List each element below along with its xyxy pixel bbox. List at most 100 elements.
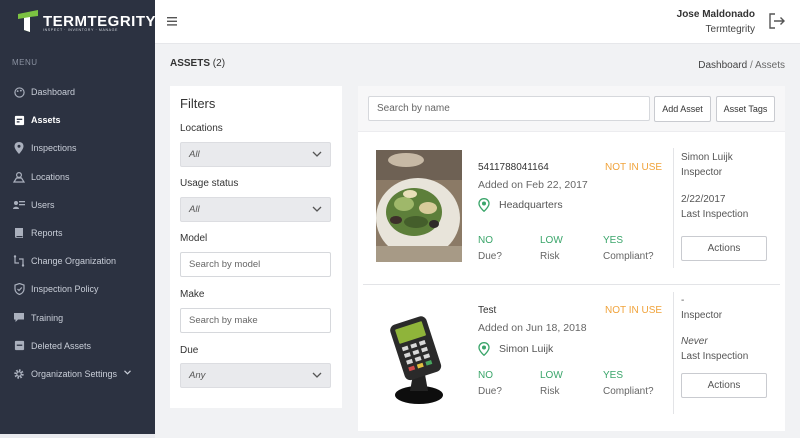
compliant-metric: YES Compliant? — [603, 235, 654, 262]
sidebar-item-label: Dashboard — [31, 87, 76, 98]
box-icon — [13, 114, 25, 126]
risk-metric: LOW Risk — [540, 235, 563, 262]
sidebar-item-reports[interactable]: Reports — [0, 219, 155, 247]
brand-tagline: INSPECT · INVENTORY · MANAGE — [43, 28, 119, 32]
chevron-down-icon — [124, 370, 131, 377]
chevron-down-icon — [311, 369, 323, 381]
compliant-label: Compliant? — [603, 386, 654, 397]
filters-title: Filters — [180, 96, 216, 111]
palette-icon — [13, 86, 25, 98]
location-icon — [13, 171, 25, 183]
asset-count: (2) — [212, 58, 226, 69]
sidebar: TERMTEGRITY INSPECT · INVENTORY · MANAGE… — [0, 0, 156, 438]
sidebar-item-organization-settings[interactable]: Organization Settings — [0, 360, 155, 388]
sidebar-item-inspections[interactable]: Inspections — [0, 134, 155, 162]
actions-button[interactable]: Actions — [681, 373, 767, 398]
due-label: Due? — [478, 251, 502, 262]
asset-search-input[interactable] — [368, 96, 650, 121]
menu-label: MENU — [12, 58, 38, 67]
asset-location-name: Headquarters — [499, 199, 563, 211]
inspector-label: Inspector — [681, 310, 723, 321]
sidebar-item-dashboard[interactable]: Dashboard — [0, 78, 155, 106]
add-asset-button[interactable]: Add Asset — [654, 96, 711, 122]
make-label: Make — [180, 289, 205, 300]
column-divider — [673, 148, 674, 268]
sidebar-item-deleted-assets[interactable]: Deleted Assets — [0, 332, 155, 360]
model-search-input[interactable] — [180, 252, 331, 277]
last-inspection-value: Never — [681, 336, 708, 347]
sidebar-item-assets[interactable]: Assets — [0, 106, 155, 134]
sidebar-item-change-organization[interactable]: Change Organization — [0, 247, 155, 275]
location-pin-icon — [478, 342, 490, 357]
asset-id[interactable]: Test — [478, 305, 496, 316]
sidebar-item-label: Deleted Assets — [31, 340, 92, 351]
asset-id[interactable]: 5411788041164 — [478, 162, 549, 173]
due-metric: NO Due? — [478, 235, 502, 262]
risk-value: LOW — [540, 235, 563, 246]
inspector-info: - Inspector — [681, 293, 722, 323]
inspector-label: Inspector — [681, 167, 723, 178]
sidebar-item-label: Assets — [31, 115, 61, 126]
breadcrumb-current: Assets — [754, 60, 785, 71]
last-inspection-info: 2/22/2017 Last Inspection — [681, 192, 748, 222]
due-select[interactable]: Any — [180, 363, 331, 388]
trash-box-icon — [13, 340, 25, 352]
sidebar-item-label: Change Organization — [31, 256, 117, 267]
due-select-value: Any — [189, 370, 206, 381]
usage-status-select-value: All — [189, 204, 200, 215]
sidebar-item-locations[interactable]: Locations — [0, 163, 155, 191]
inspector-info: Simon Luijk Inspector — [681, 150, 733, 180]
asset-added-date: Added on Feb 22, 2017 — [478, 179, 588, 191]
usage-status-select[interactable]: All — [180, 197, 331, 222]
page-title-text: ASSETS — [170, 58, 211, 69]
asset-card[interactable]: Test NOT IN USE Added on Jun 18, 2018 Si… — [358, 286, 785, 436]
user-name[interactable]: Jose Maldonado — [677, 9, 755, 20]
swap-icon — [13, 255, 25, 267]
breadcrumb-separator: / — [749, 60, 753, 71]
inspector-name: - — [681, 295, 685, 306]
compliant-value: YES — [603, 370, 624, 381]
hamburger-menu-icon[interactable] — [167, 13, 177, 29]
user-organization: Termtegrity — [705, 24, 755, 35]
breadcrumb: Dashboard / Assets — [698, 60, 785, 71]
gear-icon — [13, 368, 25, 380]
due-label: Due? — [478, 386, 502, 397]
chevron-down-icon — [311, 148, 323, 160]
risk-label: Risk — [540, 251, 560, 262]
chevron-down-icon — [311, 203, 323, 215]
logout-icon[interactable] — [768, 12, 786, 30]
asset-location: Headquarters — [478, 198, 563, 213]
sidebar-item-inspection-policy[interactable]: Inspection Policy — [0, 275, 155, 303]
asset-location: Simon Luijk — [478, 342, 554, 357]
asset-photo-salad — [376, 150, 462, 262]
sidebar-item-label: Inspection Policy — [31, 284, 99, 295]
sidebar-item-users[interactable]: Users — [0, 191, 155, 219]
breadcrumb-dashboard-link[interactable]: Dashboard — [698, 60, 747, 71]
locations-select-value: All — [189, 149, 200, 160]
locations-select[interactable]: All — [180, 142, 331, 167]
actions-button[interactable]: Actions — [681, 236, 767, 261]
results-toolbar: Add Asset Asset Tags — [358, 86, 785, 132]
asset-divider — [363, 284, 780, 285]
sidebar-item-label: Reports — [31, 228, 63, 239]
asset-tags-button[interactable]: Asset Tags — [716, 96, 775, 122]
compliant-value: YES — [603, 235, 624, 246]
make-search-input[interactable] — [180, 308, 331, 333]
top-header: Jose Maldonado Termtegrity — [155, 0, 800, 44]
last-inspection-info: Never Last Inspection — [681, 334, 748, 364]
last-inspection-label: Last Inspection — [681, 209, 749, 220]
locations-label: Locations — [180, 123, 223, 134]
asset-added-date: Added on Jun 18, 2018 — [478, 322, 587, 334]
book-icon — [13, 227, 25, 239]
compliant-label: Compliant? — [603, 251, 654, 262]
usage-status-label: Usage status — [180, 178, 239, 189]
asset-location-name: Simon Luijk — [499, 343, 554, 355]
map-pin-icon — [13, 142, 25, 155]
risk-value: LOW — [540, 370, 563, 381]
sidebar-item-label: Locations — [31, 171, 70, 182]
compliant-metric: YES Compliant? — [603, 370, 654, 397]
due-label: Due — [180, 345, 199, 356]
sidebar-item-training[interactable]: Training — [0, 304, 155, 332]
shield-icon — [13, 283, 25, 296]
asset-card[interactable]: 5411788041164 NOT IN USE Added on Feb 22… — [358, 132, 785, 282]
